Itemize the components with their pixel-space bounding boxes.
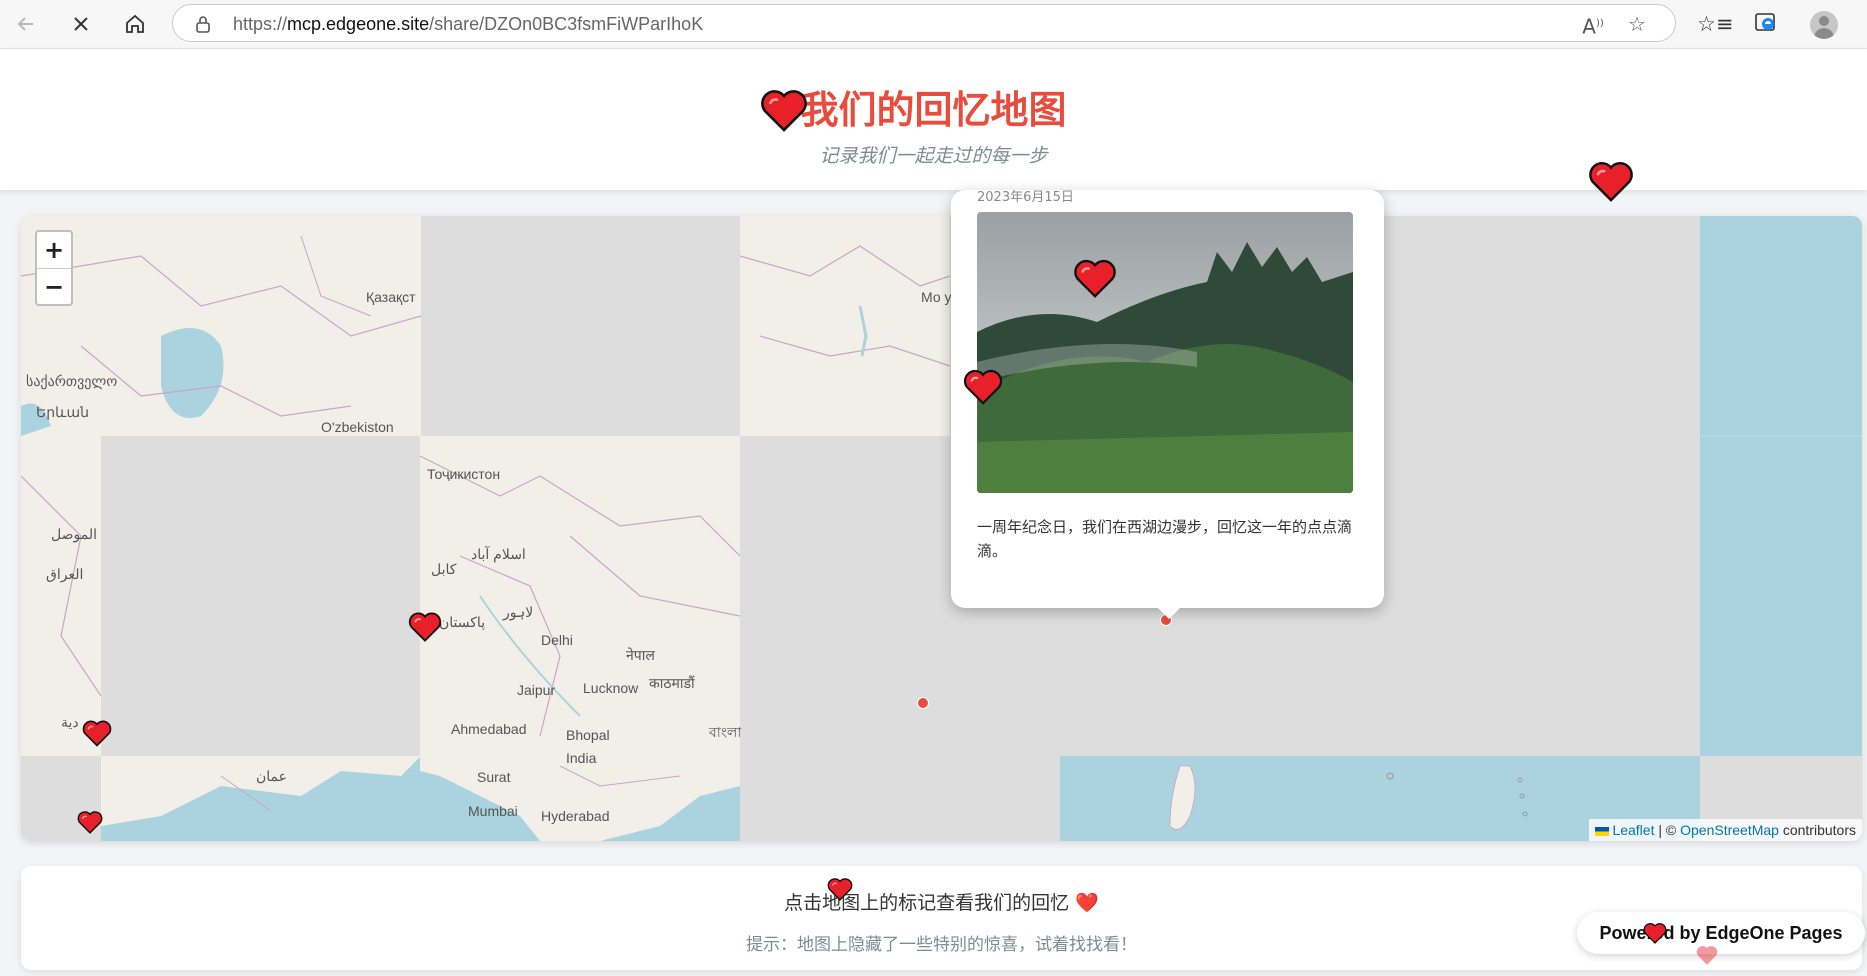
memory-photo bbox=[977, 212, 1353, 493]
map-tile bbox=[21, 216, 421, 436]
map-tile bbox=[21, 436, 101, 756]
flag-icon bbox=[1595, 826, 1610, 836]
memory-map[interactable]: Қазақст საქართველო Երևան O'zbekiston Мо … bbox=[21, 216, 1862, 841]
map-marker[interactable] bbox=[917, 697, 929, 709]
map-label: O'zbekiston bbox=[321, 419, 394, 435]
url-text: https://mcp.edgeone.site/share/DZOn0BC3f… bbox=[233, 14, 704, 34]
map-tile bbox=[740, 216, 950, 436]
address-bar[interactable]: https://mcp.edgeone.site/share/DZOn0BC3f… bbox=[172, 4, 1676, 42]
heart-icon bbox=[77, 811, 103, 834]
edge-icon[interactable] bbox=[1752, 10, 1780, 38]
map-label: الموصل bbox=[51, 526, 97, 542]
browser-toolbar: https://mcp.edgeone.site/share/DZOn0BC3f… bbox=[0, 0, 1867, 49]
map-label: বাংলা bbox=[709, 724, 742, 740]
map-label: پاکستان bbox=[439, 614, 486, 630]
popup-tip bbox=[1157, 607, 1181, 619]
home-icon[interactable] bbox=[117, 8, 153, 40]
heart-icon bbox=[82, 720, 112, 747]
heart-icon bbox=[1589, 162, 1633, 202]
map-label: Mumbai bbox=[468, 803, 518, 819]
heart-icon bbox=[1074, 259, 1116, 298]
heart-icon bbox=[761, 90, 807, 132]
back-icon[interactable] bbox=[8, 8, 44, 40]
zoom-control: + − bbox=[35, 230, 73, 306]
map-label: عمان bbox=[256, 768, 287, 784]
map-label: Երևան bbox=[36, 404, 89, 420]
favorites-icon[interactable]: ☆≡ bbox=[1697, 10, 1733, 38]
map-label: Bhopal bbox=[566, 727, 610, 743]
heart-icon bbox=[1643, 923, 1667, 944]
map-label: Jaipur bbox=[517, 682, 556, 698]
favorite-star-icon[interactable]: ☆ bbox=[1625, 12, 1649, 36]
map-label: काठमाडौं bbox=[649, 675, 695, 691]
profile-avatar[interactable] bbox=[1810, 11, 1838, 39]
page-subtitle: 记录我们一起走过的每一步 bbox=[819, 145, 1048, 167]
map-label: العراق bbox=[46, 566, 84, 582]
lock-icon[interactable] bbox=[195, 15, 211, 37]
map-label: საქართველო bbox=[26, 373, 118, 389]
map-label: Delhi bbox=[541, 632, 573, 648]
map-tile bbox=[420, 756, 740, 841]
read-aloud-icon[interactable]: A)) bbox=[1581, 12, 1605, 39]
map-tile bbox=[1700, 216, 1862, 756]
map-label: India bbox=[566, 750, 597, 766]
leaflet-link[interactable]: Leaflet bbox=[1612, 822, 1654, 838]
info-instruction: 点击地图上的标记查看我们的回忆 ❤️ bbox=[784, 892, 1099, 914]
powered-by-badge[interactable]: Powered by EdgeOne Pages bbox=[1577, 912, 1865, 954]
map-label: دية bbox=[61, 714, 79, 730]
osm-link[interactable]: OpenStreetMap bbox=[1680, 822, 1779, 838]
page-title: 我们的回忆地图 bbox=[800, 88, 1067, 132]
map-label: Қазақст bbox=[366, 289, 416, 305]
heart-icon bbox=[963, 369, 1003, 405]
map-label: اسلام آباد bbox=[471, 546, 526, 562]
map-label: لاہور bbox=[503, 604, 534, 620]
heart-icon bbox=[827, 878, 853, 901]
map-label: Тоҷикистон bbox=[427, 466, 501, 482]
map-label: Hyderabad bbox=[541, 808, 610, 824]
memory-popup: 2023年6月15日 一周年纪念日，我们在西湖边漫步，回忆这一年的点点滴滴。 bbox=[951, 190, 1384, 608]
popup-text: 一周年纪念日，我们在西湖边漫步，回忆这一年的点点滴滴。 bbox=[977, 518, 1353, 560]
zoom-in-button[interactable]: + bbox=[37, 232, 71, 269]
zoom-out-button[interactable]: − bbox=[37, 269, 71, 305]
map-attribution: Leaflet | © OpenStreetMap contributors bbox=[1589, 819, 1862, 841]
map-label: Lucknow bbox=[583, 680, 639, 696]
map-label: کابل bbox=[431, 561, 457, 577]
heart-icon bbox=[1696, 946, 1718, 965]
close-icon[interactable] bbox=[63, 8, 99, 40]
popup-date: 2023年6月15日 bbox=[977, 190, 1074, 205]
map-label: नेपाल bbox=[626, 647, 655, 663]
map-label: Surat bbox=[477, 769, 511, 785]
map-label: Ahmedabad bbox=[451, 721, 527, 737]
page-header: 我们的回忆地图 记录我们一起走过的每一步 bbox=[0, 49, 1867, 190]
map-tile bbox=[420, 436, 740, 756]
heart-icon bbox=[408, 612, 442, 642]
